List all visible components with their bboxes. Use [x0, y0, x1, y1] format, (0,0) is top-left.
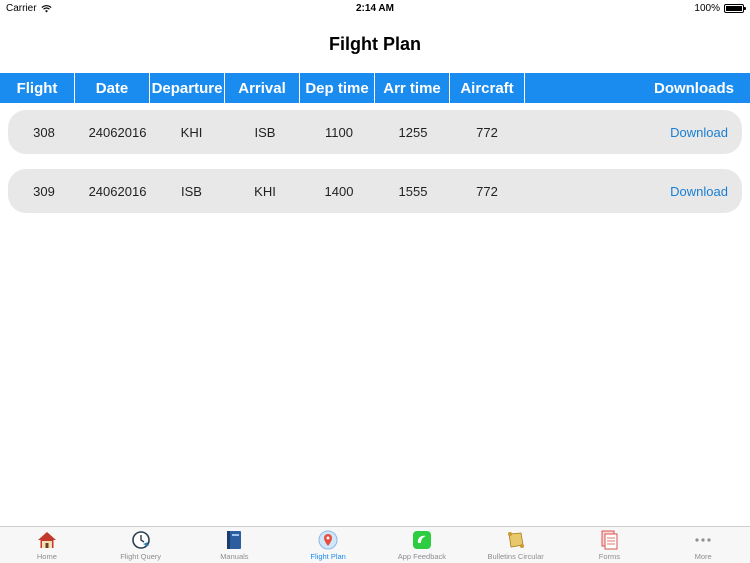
cell-flight: 308	[33, 124, 55, 140]
forms-icon	[598, 530, 620, 550]
cell-departure: KHI	[180, 124, 203, 140]
download-cell: Download	[524, 125, 742, 140]
tab-more[interactable]: More	[656, 527, 750, 563]
header-downloads: Downloads	[653, 79, 734, 97]
status-right: 100%	[694, 3, 746, 14]
tab-label: Forms	[598, 552, 620, 561]
tab-manuals[interactable]: Manuals	[188, 527, 282, 563]
cell-flight: 309	[33, 183, 55, 199]
header-arr-time: Arr time	[375, 73, 450, 103]
book-icon	[223, 530, 245, 550]
flight-list: 308 24062016 KHI ISB 1100 1255 772 Downl…	[8, 110, 742, 228]
battery-icon	[724, 4, 746, 13]
tab-home[interactable]: Home	[0, 527, 94, 563]
cell-departure: ISB	[181, 183, 202, 199]
scroll-icon	[505, 530, 527, 550]
tab-app-feedback[interactable]: App Feedback	[375, 527, 469, 563]
tab-flight-query[interactable]: Flight Query	[94, 527, 188, 563]
cell-aircraft: 772	[476, 124, 498, 140]
cell-arr-time: 1555	[398, 183, 428, 199]
tab-forms[interactable]: Forms	[563, 527, 657, 563]
tab-label: Flight Query	[120, 552, 162, 561]
clock-plane-icon	[130, 530, 152, 550]
tab-label: Bulletins Circular	[487, 552, 544, 561]
tab-label: Home	[36, 552, 57, 561]
download-link[interactable]: Download	[670, 125, 728, 140]
tab-label: More	[694, 552, 712, 561]
tab-label: Flight Plan	[310, 552, 346, 561]
table-row: 308 24062016 KHI ISB 1100 1255 772 Downl…	[8, 110, 742, 154]
table-row: 309 24062016 ISB KHI 1400 1555 772 Downl…	[8, 169, 742, 213]
page-title: Filght Plan	[329, 34, 421, 54]
cell-date: 24062016	[88, 124, 147, 140]
tab-flight-plan[interactable]: Flight Plan	[281, 527, 375, 563]
header-arrival: Arrival	[225, 73, 300, 103]
cell-arrival: ISB	[254, 124, 276, 140]
table-header: Flight Date Departure Arrival Dep time A…	[0, 73, 750, 103]
more-icon	[692, 530, 714, 550]
tab-label: Manuals	[220, 552, 249, 561]
header-departure: Departure	[150, 73, 225, 103]
status-time: 2:14 AM	[356, 3, 394, 14]
cell-dep-time: 1100	[325, 124, 353, 140]
tab-label: App Feedback	[397, 552, 447, 561]
header-aircraft: Aircraft	[450, 73, 525, 103]
header-flight: Flight	[0, 73, 75, 103]
cell-date: 24062016	[88, 183, 147, 199]
map-pin-icon	[317, 530, 339, 550]
tab-bulletins-circular[interactable]: Bulletins Circular	[469, 527, 563, 563]
home-icon	[36, 530, 58, 550]
tab-bar: Home Flight Query Manuals Flight Plan Ap…	[0, 526, 750, 563]
header-date: Date	[75, 73, 150, 103]
feedback-icon	[411, 530, 433, 550]
cell-arr-time: 1255	[398, 124, 428, 140]
download-cell: Download	[524, 184, 742, 199]
cell-aircraft: 772	[476, 183, 498, 199]
battery-percent: 100%	[694, 3, 720, 14]
status-bar: Carrier 2:14 AM 100%	[0, 0, 750, 16]
cell-dep-time: 1400	[324, 183, 354, 199]
header-dep-time: Dep time	[300, 73, 375, 103]
cell-arrival: KHI	[254, 183, 276, 199]
download-link[interactable]: Download	[670, 184, 728, 199]
